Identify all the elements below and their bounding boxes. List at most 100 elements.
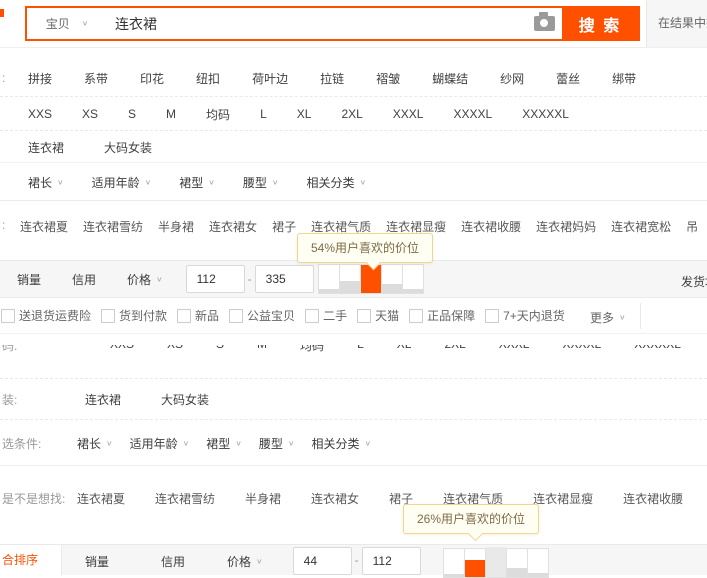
size-filter-item[interactable]: XL <box>297 107 312 121</box>
price-histogram-cell[interactable] <box>380 264 403 294</box>
related-search-link[interactable]: 连衣裙雪纺 <box>83 218 143 235</box>
price-histogram-cell[interactable] <box>359 264 382 294</box>
ship-from-filter[interactable]: 发货地 <box>681 273 707 290</box>
search-category-dropdown[interactable]: 宝贝 ∨ <box>27 8 107 39</box>
price-histogram-cell[interactable] <box>484 547 507 578</box>
checkbox-icon[interactable] <box>229 308 244 323</box>
price-histogram-cell[interactable] <box>442 548 465 578</box>
sort-price-dropdown[interactable]: 价格 ∨ <box>227 553 263 570</box>
search-button[interactable]: 搜 索 <box>562 8 638 39</box>
filter-dropdown[interactable]: 腰型 ∨ <box>243 174 279 191</box>
related-search-link[interactable]: 连衣裙夏 <box>20 218 68 235</box>
price-min-input[interactable] <box>185 265 245 293</box>
size-filter-item[interactable]: XXXXL <box>562 345 601 354</box>
filter-dropdown[interactable]: 裙长 ∨ <box>28 174 64 191</box>
related-search-link[interactable]: 连衣裙妈妈 <box>536 218 596 235</box>
size-filter-item[interactable]: XXXXL <box>453 107 492 121</box>
size-filter-item[interactable]: XL <box>397 345 412 354</box>
price-histogram-cell[interactable] <box>338 264 361 294</box>
filter-dropdown[interactable]: 适用年龄 ∨ <box>130 435 190 452</box>
filter-dropdown[interactable]: 相关分类 ∨ <box>311 435 371 452</box>
size-filter-item[interactable]: XXS <box>110 345 134 354</box>
checkbox-icon[interactable] <box>305 308 320 323</box>
price-histogram-cell[interactable] <box>317 264 340 294</box>
checkbox-icon[interactable] <box>177 308 192 323</box>
related-search-link[interactable]: 连衣裙收腰 <box>623 490 683 507</box>
related-search-link[interactable]: 连衣裙夏 <box>77 490 125 507</box>
related-search-link[interactable]: 裙子 <box>272 218 296 235</box>
size-filter-item[interactable]: L <box>260 107 267 121</box>
price-histogram-cell[interactable] <box>505 548 528 578</box>
sort-sales[interactable]: 销量 <box>17 271 41 288</box>
price-min-input[interactable] <box>292 547 352 575</box>
filter-dropdown[interactable]: 裙型 ∨ <box>179 174 215 191</box>
style-filter-item[interactable]: 蝴蝶结 <box>432 70 468 87</box>
price-histogram-cell[interactable] <box>463 548 486 578</box>
service-checkbox[interactable]: 货到付款 <box>101 307 167 324</box>
size-filter-item[interactable]: 均码 <box>300 345 324 354</box>
style-filter-item[interactable]: 纽扣 <box>196 70 220 87</box>
size-filter-item[interactable]: XXXXXL <box>522 107 569 121</box>
sort-default-tab[interactable]: 合排序 <box>0 545 62 576</box>
price-histogram-cell[interactable] <box>526 548 549 578</box>
size-filter-item[interactable]: L <box>357 345 364 354</box>
service-checkbox[interactable]: 送退货运费险 <box>1 307 91 324</box>
style-filter-item[interactable]: 绑带 <box>612 70 636 87</box>
price-histogram-cell[interactable] <box>401 264 424 294</box>
checkbox-icon[interactable] <box>101 308 116 323</box>
search-in-results[interactable]: 在结果中搜索 <box>646 0 707 47</box>
related-search-link[interactable]: 连衣裙收腰 <box>461 218 521 235</box>
checkbox-icon[interactable] <box>1 308 15 323</box>
size-filter-item[interactable]: 2XL <box>444 345 465 354</box>
service-checkbox[interactable]: 正品保障 <box>409 307 475 324</box>
style-filter-item[interactable]: 褶皱 <box>376 70 400 87</box>
size-filter-item[interactable]: XXXXXL <box>634 345 681 354</box>
style-filter-item[interactable]: 印花 <box>140 70 164 87</box>
search-input[interactable] <box>107 8 526 39</box>
service-checkbox[interactable]: 二手 <box>305 307 347 324</box>
category-filter-item[interactable]: 大码女装 <box>161 391 209 408</box>
style-filter-item[interactable]: 纱网 <box>500 70 524 87</box>
size-filter-item[interactable]: S <box>216 345 224 354</box>
checkbox-icon[interactable] <box>485 308 500 323</box>
size-filter-item[interactable]: XS <box>167 345 183 354</box>
style-filter-item[interactable]: 系带 <box>84 70 108 87</box>
sort-credit[interactable]: 信用 <box>161 553 185 570</box>
sort-sales[interactable]: 销量 <box>85 553 109 570</box>
size-filter-item[interactable]: 2XL <box>341 107 362 121</box>
style-filter-item[interactable]: 拼接 <box>28 70 52 87</box>
related-search-link[interactable]: 半身裙 <box>158 218 194 235</box>
size-filter-item[interactable]: S <box>128 107 136 121</box>
service-checkbox[interactable]: 新品 <box>177 307 219 324</box>
image-search-button[interactable] <box>526 8 562 39</box>
related-search-link[interactable]: 连衣裙女 <box>209 218 257 235</box>
related-search-link[interactable]: 连衣裙显瘦 <box>533 490 593 507</box>
style-filter-item[interactable]: 蕾丝 <box>556 70 580 87</box>
service-checkbox[interactable]: 公益宝贝 <box>229 307 295 324</box>
filter-dropdown[interactable]: 裙型 ∨ <box>206 435 242 452</box>
size-filter-item[interactable]: XS <box>82 107 98 121</box>
related-search-link[interactable]: 连衣裙雪纺 <box>155 490 215 507</box>
category-filter-item[interactable]: 连衣裙 <box>28 139 64 156</box>
filter-dropdown[interactable]: 腰型 ∨ <box>259 435 295 452</box>
filter-dropdown[interactable]: 裙长 ∨ <box>77 435 113 452</box>
price-max-input[interactable] <box>361 547 421 575</box>
size-filter-item[interactable]: M <box>166 107 176 121</box>
related-search-link[interactable]: 吊 <box>686 218 698 235</box>
category-filter-item[interactable]: 连衣裙 <box>85 391 121 408</box>
related-search-link[interactable]: 连衣裙女 <box>311 490 359 507</box>
related-search-link[interactable]: 半身裙 <box>245 490 281 507</box>
checkbox-icon[interactable] <box>409 308 424 323</box>
category-filter-item[interactable]: 大码女装 <box>104 139 152 156</box>
service-checkbox[interactable]: 天猫 <box>357 307 399 324</box>
style-filter-item[interactable]: 荷叶边 <box>252 70 288 87</box>
more-filters-link[interactable]: 更多 ∨ <box>590 309 626 326</box>
style-filter-item[interactable]: 拉链 <box>320 70 344 87</box>
size-filter-item[interactable]: XXXL <box>393 107 424 121</box>
size-filter-item[interactable]: M <box>257 345 267 354</box>
checkbox-icon[interactable] <box>357 308 372 323</box>
sort-price-dropdown[interactable]: 价格 ∨ <box>127 271 163 288</box>
related-search-link[interactable]: 连衣裙宽松 <box>611 218 671 235</box>
filter-dropdown[interactable]: 相关分类 ∨ <box>306 174 366 191</box>
size-filter-item[interactable]: 均码 <box>206 106 230 123</box>
